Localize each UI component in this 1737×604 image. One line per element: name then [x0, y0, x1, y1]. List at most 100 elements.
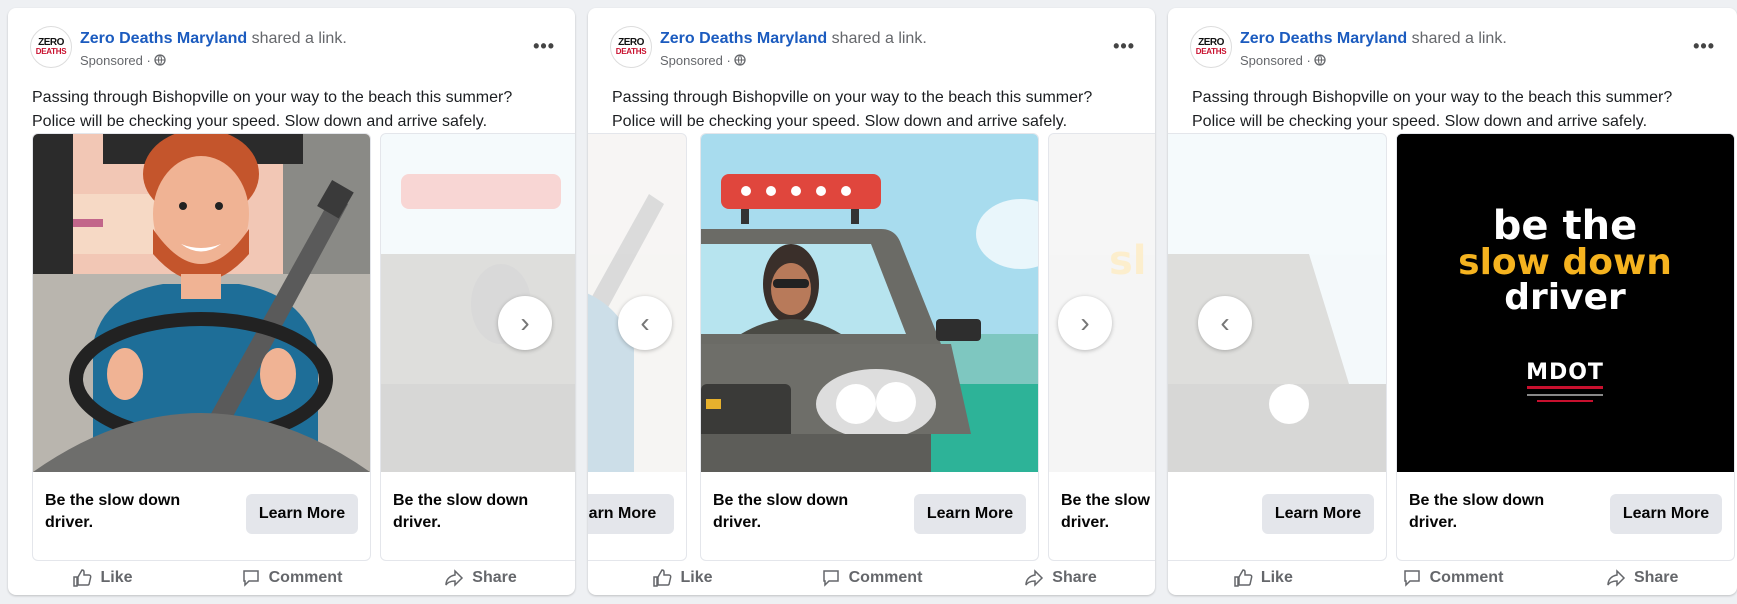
caption-line-2: Police will be checking your speed. Slow… — [612, 113, 1068, 130]
page-name-link[interactable]: Zero Deaths Maryland — [1240, 30, 1407, 47]
mdot-logo: MDOT — [1526, 360, 1604, 385]
shared-text: shared a link. — [1411, 30, 1507, 47]
carousel-card-next[interactable]: sl Be the slow driver. — [1048, 133, 1155, 561]
post-header: ZERO DEATHS Zero Deaths Maryland shared … — [610, 26, 1135, 76]
post-action-bar: Like Comment Share — [588, 561, 1155, 595]
learn-more-button[interactable]: Learn More — [246, 494, 358, 534]
card-title: Be the slow down driver. — [1409, 492, 1545, 531]
page-avatar[interactable]: ZERO DEATHS — [30, 26, 72, 68]
driver-illustration[interactable] — [33, 134, 370, 472]
post-caption: Passing through Bishopville on your way … — [612, 86, 1142, 134]
chevron-right-icon[interactable]: › — [498, 296, 552, 350]
sponsored-text: Sponsored · — [1240, 53, 1311, 68]
comment-bubble-icon — [822, 570, 839, 587]
share-button[interactable]: Share — [966, 561, 1155, 595]
caption-line-2: Police will be checking your speed. Slow… — [1192, 113, 1648, 130]
chevron-right-icon[interactable]: › — [1058, 296, 1112, 350]
carousel-card[interactable]: Be the slow down driver. Learn More — [32, 133, 371, 561]
page-name-link[interactable]: Zero Deaths Maryland — [80, 30, 247, 47]
globe-icon — [734, 54, 747, 66]
ad-post-2: ZERO DEATHS Zero Deaths Maryland shared … — [588, 8, 1155, 595]
globe-icon — [154, 54, 167, 66]
page-name-link[interactable]: Zero Deaths Maryland — [660, 30, 827, 47]
learn-more-button[interactable]: Learn More — [1262, 494, 1374, 534]
learn-more-button[interactable]: Learn More — [914, 494, 1026, 534]
card-title: Be the slow down driver. — [713, 492, 849, 531]
police-car-illustration-faded — [1168, 134, 1386, 472]
comment-label: Comment — [1429, 569, 1504, 586]
shared-text: shared a link. — [831, 30, 927, 47]
logo-text-bottom: DEATHS — [35, 47, 67, 56]
ad-carousel[interactable]: earn More ‹ — [588, 133, 1155, 561]
shared-text: shared a link. — [251, 30, 347, 47]
like-label: Like — [100, 569, 133, 586]
carousel-card[interactable]: be the slow down driver MDOT Be the slow… — [1396, 133, 1735, 561]
more-options-button[interactable]: ••• — [1113, 36, 1135, 57]
post-header: ZERO DEATHS Zero Deaths Maryland shared … — [30, 26, 555, 76]
card-title: Be the slow down driver. — [393, 492, 529, 531]
svg-text:sl: sl — [1109, 238, 1147, 284]
comment-button[interactable]: Comment — [777, 561, 966, 595]
caption-line-2: Police will be checking your speed. Slow… — [32, 113, 488, 130]
poster-line-3: driver — [1504, 277, 1626, 318]
card-title: Be the slow down driver. — [45, 492, 181, 531]
comment-label: Comment — [268, 569, 343, 586]
carousel-card-next[interactable]: Be the slow down driver. — [380, 133, 575, 561]
post-caption: Passing through Bishopville on your way … — [1192, 86, 1722, 134]
post-caption: Passing through Bishopville on your way … — [32, 86, 562, 134]
like-button[interactable]: Like — [588, 561, 777, 595]
ad-post-1: ZERO DEATHS Zero Deaths Maryland shared … — [8, 8, 575, 595]
post-action-bar: Like Comment Share — [1168, 561, 1737, 595]
caption-line-1: Passing through Bishopville on your way … — [32, 89, 513, 106]
comment-label: Comment — [848, 569, 923, 586]
ad-carousel[interactable]: Be the slow down driver. Learn More Be t… — [8, 133, 575, 561]
chevron-left-icon[interactable]: ‹ — [618, 296, 672, 350]
sponsored-label: Sponsored · — [80, 53, 167, 68]
sponsored-text: Sponsored · — [80, 53, 151, 68]
share-label: Share — [1052, 569, 1097, 586]
post-header: ZERO DEATHS Zero Deaths Maryland shared … — [1190, 26, 1715, 76]
ad-post-3: ZERO DEATHS Zero Deaths Maryland shared … — [1168, 8, 1737, 595]
sponsored-label: Sponsored · — [1240, 53, 1327, 68]
post-author-line: Zero Deaths Maryland shared a link. — [660, 30, 927, 48]
like-button[interactable]: Like — [1168, 561, 1358, 595]
page-avatar[interactable]: ZERO DEATHS — [610, 26, 652, 68]
comment-button[interactable]: Comment — [1358, 561, 1548, 595]
carousel-card-prev[interactable]: Learn More — [1168, 133, 1387, 561]
learn-more-button[interactable]: Learn More — [1610, 494, 1722, 534]
card-title: Be the slow driver. — [1061, 492, 1150, 531]
post-author-line: Zero Deaths Maryland shared a link. — [80, 30, 347, 48]
police-car-illustration[interactable] — [701, 134, 1038, 472]
thumbs-up-icon — [1234, 569, 1253, 587]
comment-bubble-icon — [1403, 570, 1420, 587]
comment-button[interactable]: Comment — [197, 561, 386, 595]
learn-more-button[interactable]: earn More — [588, 494, 674, 534]
comment-bubble-icon — [242, 570, 259, 587]
share-button[interactable]: Share — [386, 561, 575, 595]
sponsored-label: Sponsored · — [660, 53, 747, 68]
more-options-button[interactable]: ••• — [533, 36, 555, 57]
slogan-poster[interactable]: be the slow down driver MDOT — [1397, 134, 1734, 472]
like-button[interactable]: Like — [8, 561, 197, 595]
logo-text-bottom: DEATHS — [1195, 47, 1227, 56]
thumbs-up-icon — [73, 569, 92, 587]
share-label: Share — [1633, 569, 1679, 586]
caption-line-1: Passing through Bishopville on your way … — [612, 89, 1093, 106]
like-label: Like — [1260, 569, 1293, 586]
share-arrow-icon — [1607, 569, 1625, 587]
page-avatar[interactable]: ZERO DEATHS — [1190, 26, 1232, 68]
caption-line-1: Passing through Bishopville on your way … — [1192, 89, 1673, 106]
police-car-illustration-faded — [381, 134, 575, 472]
thumbs-up-icon — [653, 569, 672, 587]
globe-icon — [1314, 54, 1327, 66]
more-options-button[interactable]: ••• — [1693, 36, 1715, 57]
carousel-card[interactable]: Be the slow down driver. Learn More — [700, 133, 1039, 561]
share-arrow-icon — [445, 569, 464, 587]
logo-text-bottom: DEATHS — [615, 47, 647, 56]
share-arrow-icon — [1025, 569, 1044, 587]
share-button[interactable]: Share — [1547, 561, 1737, 595]
sponsored-text: Sponsored · — [660, 53, 731, 68]
chevron-left-icon[interactable]: ‹ — [1198, 296, 1252, 350]
ad-carousel[interactable]: Learn More ‹ be the slow down driver MDO… — [1168, 133, 1737, 561]
share-label: Share — [472, 569, 517, 586]
